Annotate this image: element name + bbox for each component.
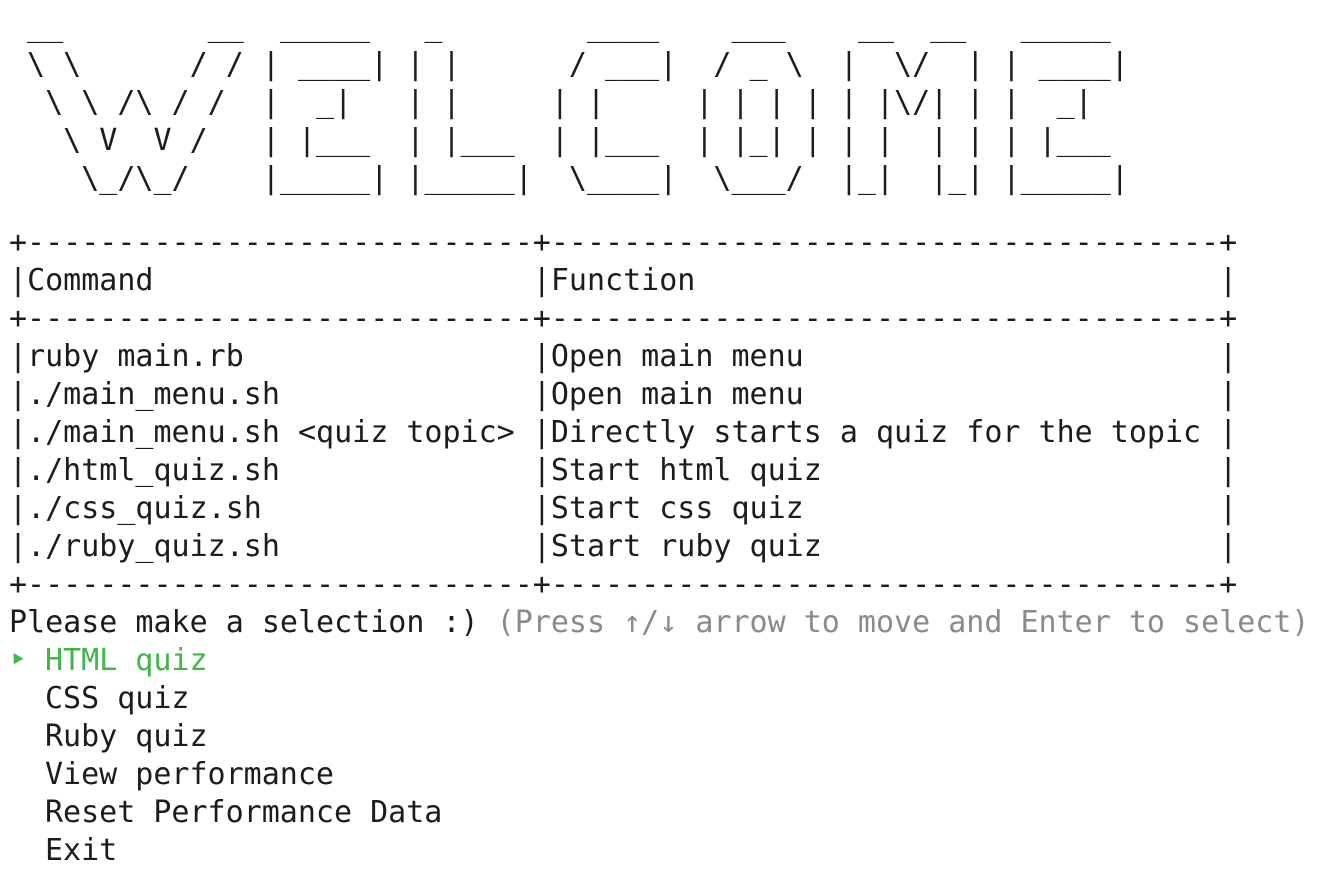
banner-line: \ \ / / | ____| | | / ___| / _ \ | \/ | … (9, 47, 1129, 82)
menu-item-label: Ruby quiz (45, 719, 208, 754)
cell-command: ./ruby_quiz.sh (27, 529, 280, 564)
menu-item-label: View performance (45, 757, 334, 792)
welcome-ascii-banner: __ __ _____ _ ____ ___ __ __ _____ \ \ /… (9, 8, 1129, 198)
table-row: |ruby main.rb |Open main menu | (9, 339, 1238, 374)
table-row: |./ruby_quiz.sh |Start ruby quiz | (9, 529, 1238, 564)
table-row: |./html_quiz.sh |Start html quiz | (9, 453, 1238, 488)
menu-item[interactable]: CSS quiz (9, 680, 1309, 718)
cell-command: ruby main.rb (27, 339, 244, 374)
menu-item[interactable]: ‣ HTML quiz (9, 642, 1309, 680)
prompt-line: Please make a selection :) (Press ↑/↓ ar… (9, 604, 1309, 642)
selection-cursor-icon: ‣ (9, 643, 28, 678)
table-row: |./main_menu.sh <quiz topic> |Directly s… (9, 415, 1238, 450)
table-border-top: +----------------------------+----------… (9, 225, 1238, 260)
cell-command: ./main_menu.sh <quiz topic> (27, 415, 515, 450)
menu-item[interactable]: Exit (9, 832, 1309, 870)
cell-function: Directly starts a quiz for the topic (550, 415, 1202, 450)
prompt-question: Please make a selection :) (9, 605, 479, 640)
quiz-menu: ‣ HTML quiz CSS quiz Ruby quiz View performa… (9, 642, 1309, 870)
selection-prompt: Please make a selection :) (Press ↑/↓ ar… (9, 604, 1309, 870)
table-row: |./css_quiz.sh |Start css quiz | (9, 491, 1238, 526)
command-table: +----------------------------+----------… (9, 224, 1237, 604)
menu-item[interactable]: View performance (9, 756, 1309, 794)
menu-item-label: HTML quiz (45, 643, 208, 678)
cell-command: ./css_quiz.sh (27, 491, 262, 526)
cell-function: Open main menu (550, 339, 804, 374)
banner-line: __ __ _____ _ ____ ___ __ __ _____ (9, 9, 1129, 44)
header-command: Command (27, 263, 154, 298)
header-function: Function (550, 263, 696, 298)
table-border-bottom: +----------------------------+----------… (9, 567, 1238, 602)
cell-function: Start css quiz (550, 491, 804, 526)
cell-function: Open main menu (550, 377, 804, 412)
table-body: |ruby main.rb |Open main menu | |./main_m… (9, 338, 1237, 566)
banner-line: \ \ /\ / / | _| | | | | | | | | | |\/| |… (9, 85, 1129, 120)
cell-command: ./main_menu.sh (27, 377, 280, 412)
menu-item-label: CSS quiz (45, 681, 190, 716)
menu-item-label: Reset Performance Data (45, 795, 443, 830)
table-header-row: |Command |Function | (9, 263, 1238, 298)
cell-command: ./html_quiz.sh (27, 453, 280, 488)
table-row: |./main_menu.sh |Open main menu | (9, 377, 1238, 412)
banner-line: \ V V / | |___ | |___ | |___ | |_| | | |… (9, 123, 1129, 158)
prompt-hint: (Press ↑/↓ arrow to move and Enter to se… (496, 605, 1310, 640)
menu-item[interactable]: Reset Performance Data (9, 794, 1309, 832)
cell-function: Start html quiz (550, 453, 822, 488)
menu-item[interactable]: Ruby quiz (9, 718, 1309, 756)
menu-item-label: Exit (45, 833, 118, 868)
cell-function: Start ruby quiz (550, 529, 822, 564)
table-border-mid: +----------------------------+----------… (9, 301, 1238, 336)
banner-line: \_/\_/ |_____| |_____| \____| \___/ |_| … (9, 161, 1129, 196)
